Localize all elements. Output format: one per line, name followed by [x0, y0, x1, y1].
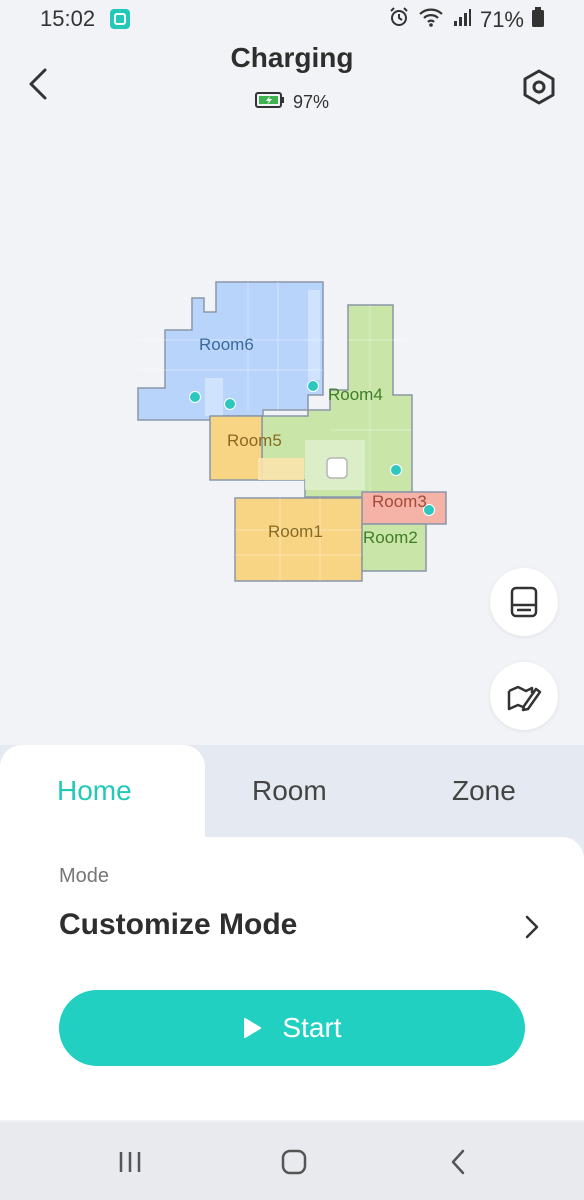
room-label: Room1 — [268, 522, 323, 541]
cleaning-map[interactable]: Room6 Room4 Room5 Room3 Room1 Room2 — [0, 120, 584, 740]
room-label: Room3 — [372, 492, 427, 511]
map-edit-icon — [507, 685, 542, 712]
vacuum-base-button[interactable] — [490, 568, 558, 636]
signal-icon — [452, 7, 472, 33]
vacuum-base-icon — [510, 586, 538, 618]
robot-marker — [326, 457, 348, 479]
gear-icon — [523, 69, 555, 105]
play-icon — [244, 1018, 262, 1038]
page-title: Charging — [230, 42, 354, 73]
battery-percent: 71% — [479, 7, 524, 32]
tab-zone[interactable]: Zone — [452, 775, 516, 807]
map-point-marker — [224, 398, 236, 410]
map-point-marker — [390, 464, 402, 476]
status-time: 15:02 — [40, 6, 96, 31]
wifi-icon — [418, 6, 444, 34]
recents-button[interactable] — [100, 1142, 160, 1182]
home-icon — [281, 1149, 307, 1175]
system-nav-bar — [0, 1122, 584, 1200]
mode-label: Mode — [59, 865, 110, 887]
status-bar: 15:02 71% — [0, 0, 584, 40]
alarm-icon — [388, 6, 410, 34]
nav-back-button[interactable] — [428, 1142, 488, 1182]
home-button[interactable] — [264, 1142, 324, 1182]
room-label: Room2 — [363, 528, 418, 547]
battery-level: 97% — [292, 92, 330, 112]
room-label: Room5 — [227, 431, 282, 450]
tab-room[interactable]: Room — [252, 775, 327, 807]
start-label: Start — [282, 1012, 342, 1043]
robot-battery: 97% — [0, 92, 584, 113]
app-notification-icon — [110, 9, 130, 29]
map-point-marker — [307, 380, 319, 392]
recents-icon — [119, 1152, 141, 1172]
charging-dock-marker — [189, 391, 201, 403]
mode-selector[interactable]: Customize Mode — [59, 908, 297, 942]
room-label: Room4 — [328, 385, 383, 404]
status-icons: 71% — [388, 6, 544, 34]
start-button[interactable]: Start — [59, 990, 525, 1066]
settings-button[interactable] — [516, 64, 562, 110]
map-edit-button[interactable] — [490, 662, 558, 730]
battery-charging-icon — [254, 92, 285, 113]
tab-home[interactable]: Home — [57, 775, 132, 807]
chevron-right-icon[interactable] — [520, 912, 544, 942]
back-icon — [451, 1149, 465, 1175]
battery-icon — [532, 7, 544, 33]
floor-map — [137, 281, 447, 582]
room-label: Room6 — [199, 335, 254, 354]
